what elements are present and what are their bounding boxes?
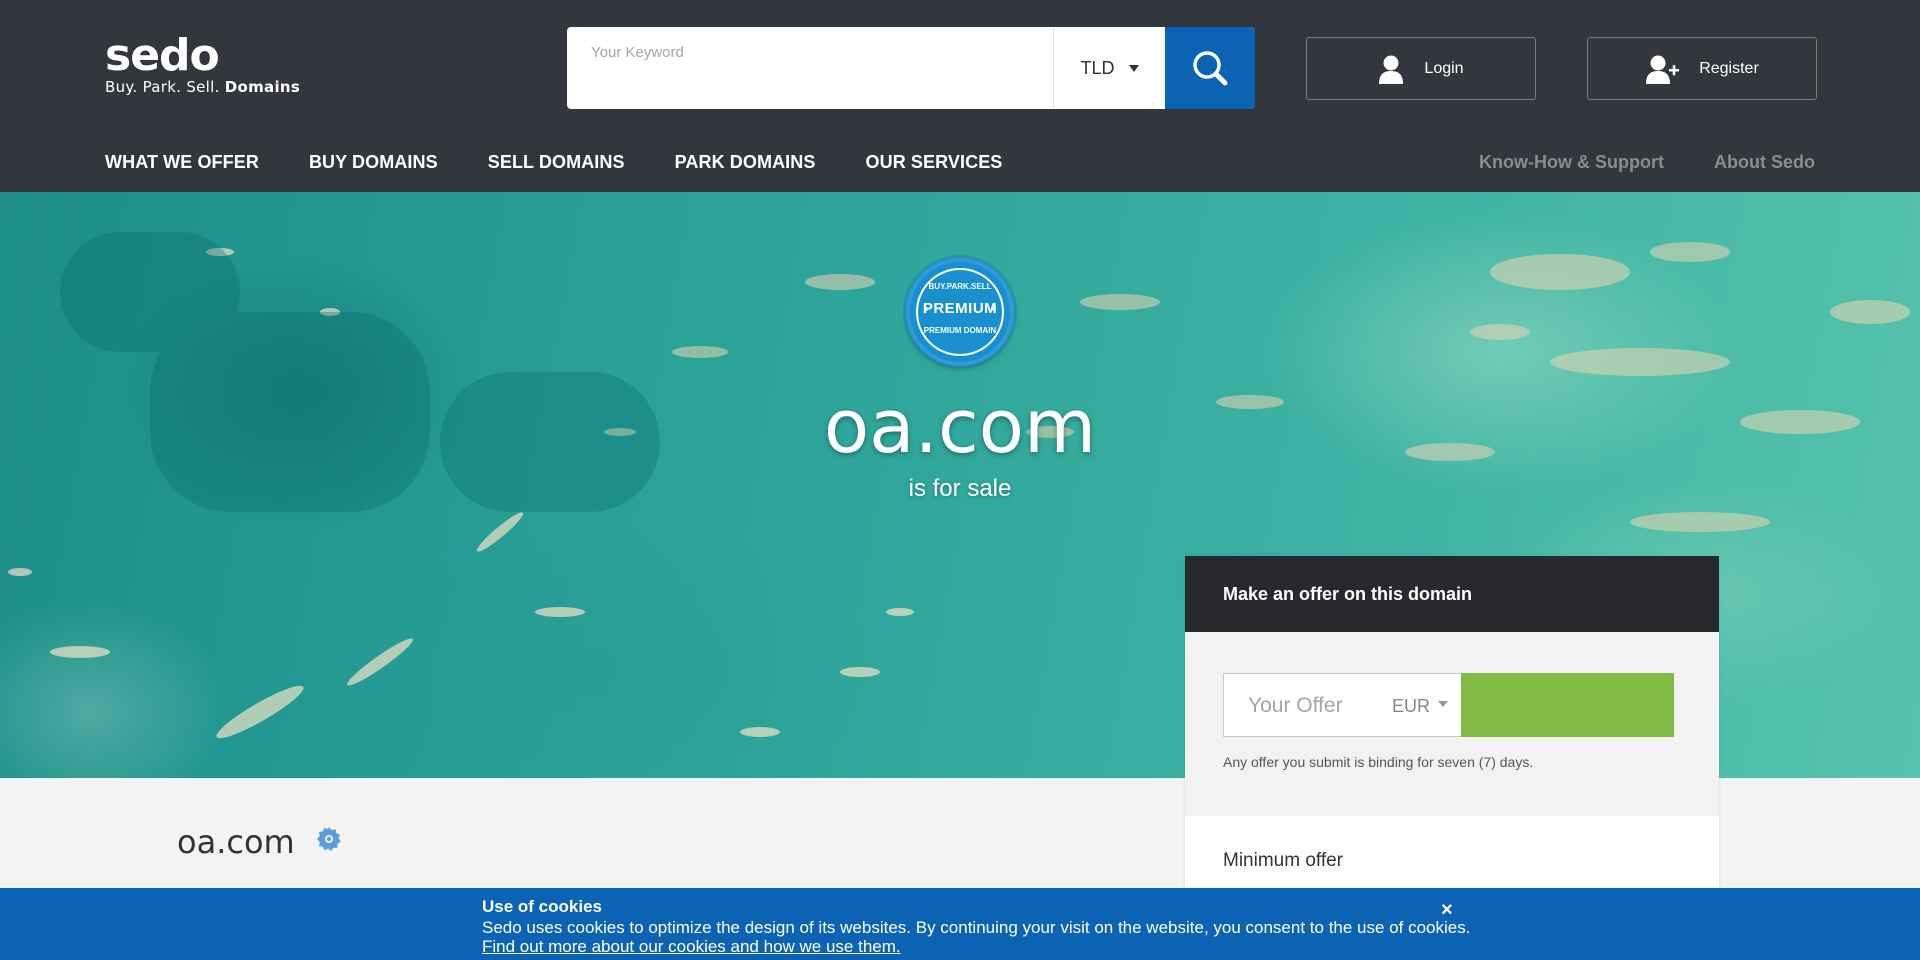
nav-buy-domains[interactable]: BUY DOMAINS (309, 152, 438, 173)
logo-name: sedo (105, 30, 220, 81)
offer-binding-note: Any offer you submit is binding for seve… (1223, 754, 1534, 770)
nav-about-sedo[interactable]: About Sedo (1714, 152, 1815, 173)
nav-know-how-support[interactable]: Know-How & Support (1479, 152, 1664, 173)
keyword-search-input[interactable]: Your Keyword (567, 27, 1053, 109)
register-button[interactable]: Register (1587, 37, 1817, 100)
currency-label: EUR (1392, 696, 1431, 716)
currency-select[interactable]: EUR (1392, 696, 1449, 717)
user-icon (1379, 55, 1404, 84)
verified-badge-icon (317, 827, 341, 851)
sedo-logo[interactable]: sedo Buy. Park. Sell. Domains (105, 30, 300, 97)
premium-badge-top: BUY.PARK.SELL (928, 282, 992, 291)
badge-dot-right (992, 307, 996, 311)
premium-badge-bottom: PREMIUM DOMAIN (923, 326, 997, 335)
nav-sell-domains[interactable]: SELL DOMAINS (488, 152, 625, 173)
logo-tagline: Buy. Park. Sell. Domains (105, 78, 300, 96)
submit-offer-button[interactable] (1461, 673, 1674, 737)
nav-our-services[interactable]: OUR SERVICES (866, 152, 1003, 173)
offer-panel-title: Make an offer on this domain (1185, 556, 1719, 632)
site-header: sedo Buy. Park. Sell. Domains Your Keywo… (0, 0, 1920, 192)
cookie-text: Sedo uses cookies to optimize the design… (482, 918, 1471, 937)
logo-tagline-prefix: Buy. Park. Sell. (105, 78, 220, 96)
chevron-down-icon (1128, 64, 1139, 72)
logo-tagline-bold: Domains (224, 78, 301, 96)
close-icon[interactable]: × (1441, 899, 1453, 922)
add-user-icon (1646, 55, 1680, 84)
nav-park-domains[interactable]: PARK DOMAINS (675, 152, 816, 173)
domain-title: oa.com (177, 823, 295, 861)
search-icon (1193, 51, 1228, 86)
login-label: Login (1424, 59, 1464, 77)
register-label: Register (1699, 59, 1759, 77)
main-nav: WHAT WE OFFER BUY DOMAINS SELL DOMAINS P… (105, 152, 1002, 173)
keyword-search-placeholder: Your Keyword (591, 44, 684, 61)
cookie-banner: Use of cookies Sedo uses cookies to opti… (0, 888, 1920, 960)
cookie-title: Use of cookies (482, 897, 602, 916)
secondary-nav: Know-How & Support About Sedo (1479, 152, 1815, 173)
tld-label: TLD (1080, 57, 1115, 78)
tld-select[interactable]: TLD (1053, 27, 1165, 109)
premium-badge: BUY.PARK.SELL PREMIUM PREMIUM DOMAIN (906, 258, 1014, 366)
hero-domain-name: oa.com (823, 384, 1097, 470)
chevron-down-icon (1438, 700, 1449, 707)
offer-amount-input[interactable]: Your Offer (1248, 694, 1343, 718)
cookie-info-link[interactable]: Find out more about our cookies and how … (482, 937, 901, 957)
search-button[interactable] (1165, 27, 1255, 109)
minimum-offer-label: Minimum offer (1223, 850, 1344, 871)
domain-search-bar: Your Keyword TLD (567, 27, 1255, 109)
nav-what-we-offer[interactable]: WHAT WE OFFER (105, 152, 259, 173)
login-button[interactable]: Login (1306, 37, 1536, 100)
offer-form: Your Offer EUR (1223, 673, 1674, 737)
hero-subtitle: is for sale (908, 475, 1012, 502)
